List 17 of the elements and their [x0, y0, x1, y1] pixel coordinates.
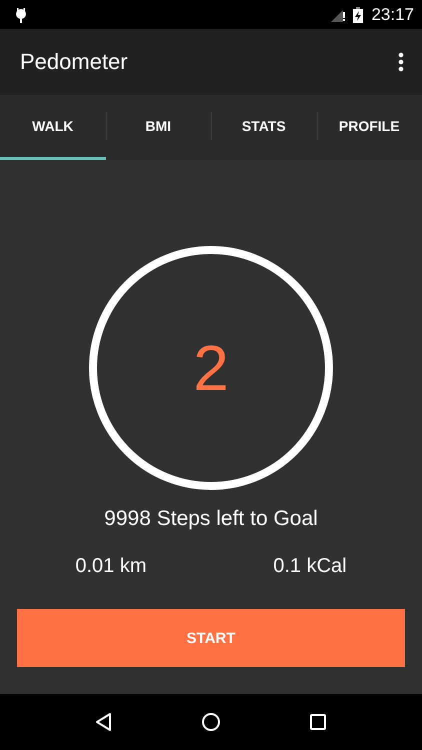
step-count: 2: [193, 331, 229, 405]
tab[interactable]: WALK: [0, 95, 106, 160]
battery-icon: [353, 6, 364, 22]
distance-text: 0.01 km: [75, 555, 147, 578]
overflow-menu-icon[interactable]: [398, 52, 404, 72]
recents-icon[interactable]: [308, 712, 328, 732]
steps-left-text: 9998 Steps left to Goal: [104, 507, 318, 531]
tab[interactable]: BMI: [106, 95, 211, 160]
android-icon: [14, 6, 28, 22]
status-time: 23:17: [371, 4, 414, 24]
back-icon[interactable]: [94, 712, 114, 732]
tab[interactable]: STATS: [211, 95, 316, 160]
app-title: Pedometer: [20, 49, 128, 75]
signal-icon: [331, 8, 346, 22]
tab[interactable]: PROFILE: [316, 95, 422, 160]
home-icon[interactable]: [200, 712, 221, 732]
calories-text: 0.1 kCal: [273, 555, 347, 578]
